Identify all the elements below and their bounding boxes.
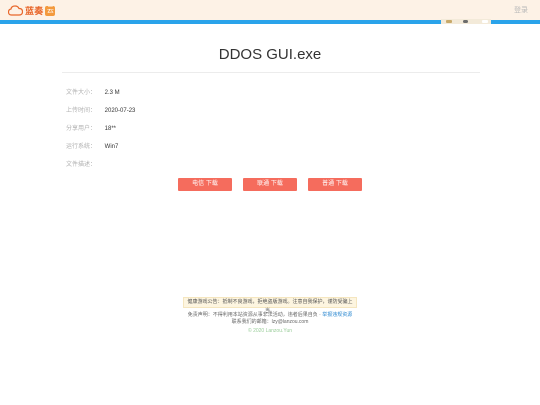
download-telecom-button[interactable]: 电信 下载 [178, 178, 232, 191]
info-row-os: 运行系统： Win7 [66, 142, 118, 152]
health-notice: 健康游戏公告：抵制不良游戏，拒绝盗版游戏。注意自我保护，谨防受骗上当。 [183, 297, 357, 314]
login-link[interactable]: 登录 [514, 5, 528, 15]
info-row-share-user: 分享用户： 18** [66, 124, 116, 134]
info-value: 2020-07-23 [104, 108, 136, 114]
download-unicom-button[interactable]: 联通 下载 [243, 178, 297, 191]
top-bar: 蓝奏 云 登录 [0, 0, 540, 20]
download-normal-button[interactable]: 普通 下载 [308, 178, 362, 191]
stripe-decoration-mark [446, 20, 452, 23]
info-value: 18** [104, 126, 117, 132]
contact-email: 联系我们的邮箱：lzy@lanzou.com [231, 319, 309, 325]
stripe-decoration-mark [463, 20, 468, 23]
info-label: 上传时间： [66, 108, 97, 114]
copyright: © 2020 Lanzou.Yun [248, 328, 292, 334]
title-divider [62, 72, 480, 73]
info-label: 分享用户： [66, 126, 97, 132]
cloud-icon [8, 5, 23, 16]
info-row-size: 文件大小： 2.3 M [66, 88, 120, 98]
info-label: 文件大小： [66, 90, 97, 96]
file-title: DDOS GUI.exe [218, 46, 322, 63]
info-label: 运行系统： [66, 144, 97, 150]
logo-badge: 云 [45, 5, 56, 16]
info-value: Win7 [104, 144, 119, 150]
disclaimer-text: 免责声明：不得利用本站资源从事非法活动，违者后果自负 · [187, 312, 323, 318]
info-row-description: 文件描述： [66, 160, 103, 170]
info-value: 2.3 M [104, 90, 120, 96]
report-link[interactable]: 举报违规资源 [322, 312, 352, 318]
info-label: 文件描述： [66, 162, 97, 168]
logo-text: 蓝奏 [25, 6, 44, 16]
info-row-upload-time: 上传时间： 2020-07-23 [66, 106, 135, 116]
disclaimer: 免责声明：不得利用本站资源从事非法活动，违者后果自负 · 举报违规资源 [0, 312, 540, 319]
site-logo[interactable]: 蓝奏 云 [8, 4, 56, 17]
stripe-decoration-mark [482, 20, 488, 23]
